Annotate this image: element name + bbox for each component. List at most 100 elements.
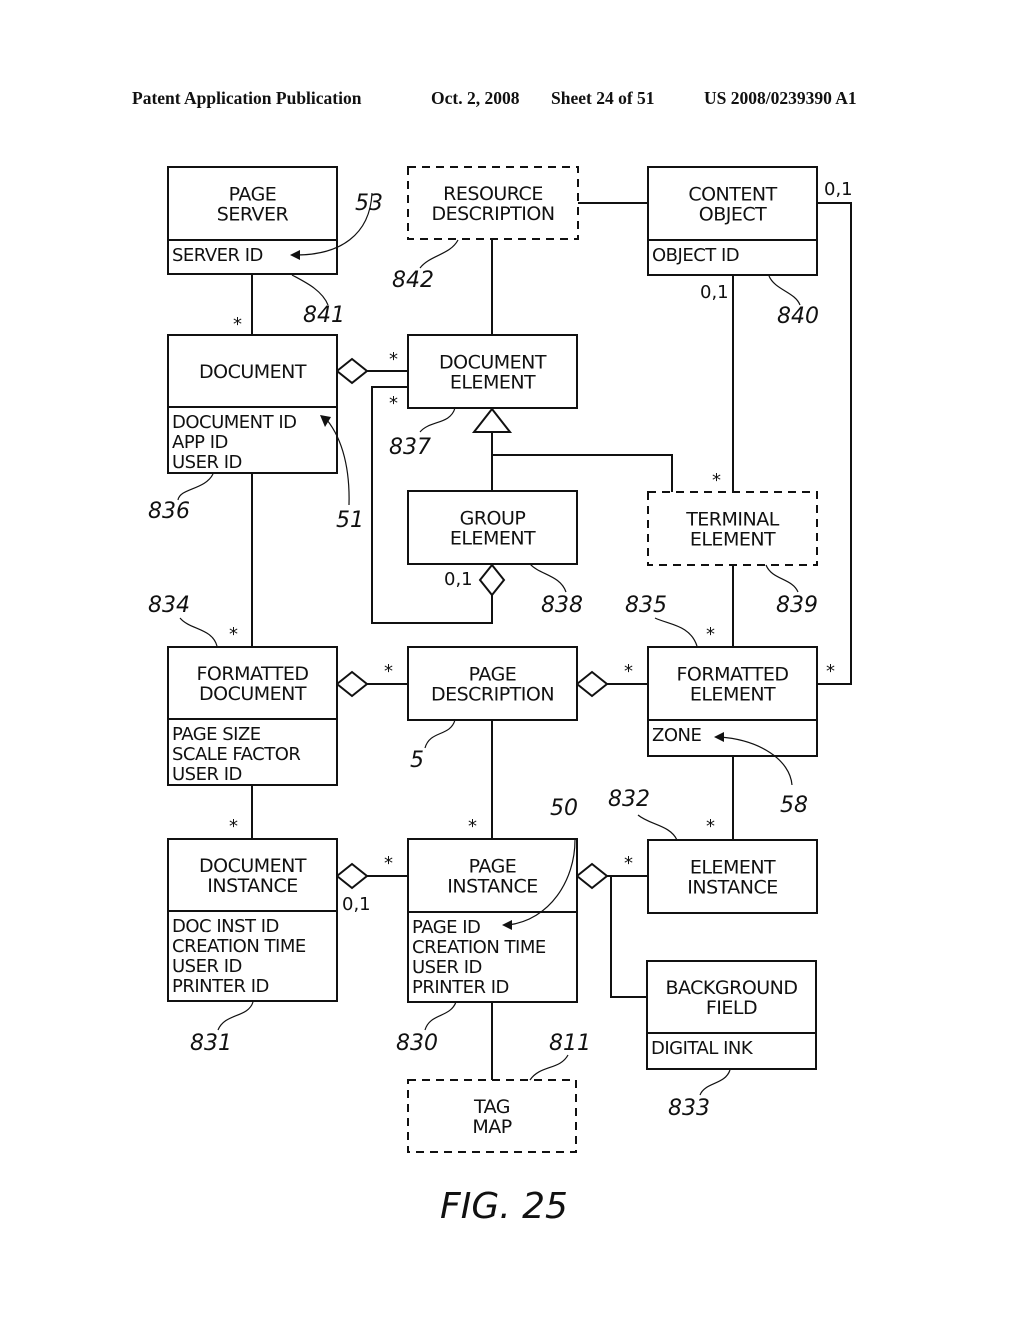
class-attribute-page-instance: PAGE ID [412, 917, 480, 938]
ref-837: 837 [389, 435, 431, 460]
class-name-resource-description: DESCRIPTION [431, 203, 554, 225]
class-attribute-page-instance: CREATION TIME [412, 937, 546, 958]
class-name-resource-description: RESOURCE [443, 183, 543, 205]
class-attribute-document: DOCUMENT ID [172, 412, 297, 433]
leader-840 [768, 275, 801, 306]
class-name-document-element: ELEMENT [450, 372, 536, 394]
ref-53: 53 [355, 191, 383, 216]
class-name-page-description: DESCRIPTION [431, 684, 554, 706]
class-name-page-instance: PAGE [469, 856, 517, 878]
class-name-content-object: CONTENT [688, 184, 777, 206]
mult-content-object-right: 0,1 [824, 179, 853, 200]
ref-840: 840 [777, 304, 819, 329]
class-attribute-formatted-element: ZONE [652, 725, 701, 746]
class-name-content-object: OBJECT [699, 204, 767, 226]
mult-terminal-many: * [712, 470, 721, 491]
class-content-object: CONTENTOBJECT OBJECT ID [647, 166, 818, 276]
class-document-instance: DOCUMENTINSTANCE DOC INST IDCREATION TIME… [167, 838, 338, 1002]
uml-class-diagram: PAGESERVERSERVER IDRESOURCEDESCRIPTIONCO… [148, 166, 853, 1227]
aggregation-diamond-page-description [575, 670, 609, 698]
leader-5 [424, 719, 456, 749]
mult-page-desc-many: * [384, 661, 393, 682]
class-name-page-instance: INSTANCE [447, 876, 538, 898]
leader-830 [424, 1001, 457, 1031]
ref-836: 836 [148, 499, 190, 524]
mult-element-instance-left-many: * [624, 853, 633, 874]
class-attribute-formatted-document: SCALE FACTOR [172, 744, 300, 765]
ref-835: 835 [625, 593, 667, 618]
ref-50: 50 [550, 796, 578, 821]
mult-element-instance-top-many: * [706, 816, 715, 837]
generalization-triangle [471, 407, 513, 433]
class-name-page-description: PAGE [469, 664, 517, 686]
class-name-formatted-document: DOCUMENT [199, 683, 307, 705]
ref-842: 842 [392, 268, 434, 293]
class-attribute-document-instance: DOC INST ID [172, 916, 279, 937]
class-name-document-instance: INSTANCE [207, 875, 298, 897]
mult-docelement-many-1: * [389, 349, 398, 370]
ref-5: 5 [410, 748, 424, 773]
class-name-group-element: ELEMENT [450, 528, 536, 550]
class-element-instance: ELEMENTINSTANCE [647, 839, 818, 914]
ref-830: 830 [396, 1031, 438, 1056]
mult-document-many: * [233, 314, 242, 335]
mult-page-instance-left-many: * [384, 853, 393, 874]
class-name-formatted-element: FORMATTED [676, 664, 788, 686]
leader-837 [419, 407, 456, 433]
mult-doc-instance-zero-or-one: 0,1 [342, 894, 371, 915]
class-name-background-field: FIELD [706, 997, 757, 1019]
ref-838: 838 [541, 593, 583, 618]
class-name-group-element: GROUP [460, 508, 526, 530]
mult-group-zero-or-one: 0,1 [444, 569, 473, 590]
class-attribute-document: USER ID [172, 452, 242, 473]
class-name-tag-map: MAP [472, 1116, 511, 1138]
class-page-description: PAGEDESCRIPTION [407, 646, 578, 721]
mult-formatted-element-left-many: * [624, 661, 633, 682]
class-tag-map: TAGMAP [407, 1079, 577, 1153]
class-name-document: DOCUMENT [199, 361, 307, 383]
class-attribute-document-instance: USER ID [172, 956, 242, 977]
class-attribute-page-instance: USER ID [412, 957, 482, 978]
leader-811 [529, 1054, 569, 1081]
link-content-formatted-element [817, 202, 852, 685]
class-name-element-instance: ELEMENT [690, 857, 776, 879]
class-resource-description: RESOURCEDESCRIPTION [407, 166, 579, 240]
leader-835 [654, 617, 698, 647]
aggregation-diamond-formatted-document [335, 670, 369, 698]
class-attribute-page-instance: PRINTER ID [412, 977, 509, 998]
leader-836 [177, 473, 214, 501]
ref-839: 839 [776, 593, 818, 618]
ref-834: 834 [148, 593, 190, 618]
leader-839 [765, 564, 799, 593]
aggregation-diamond-document [335, 357, 369, 385]
aggregation-diamond-page-instance [575, 862, 609, 890]
mult-doc-instance-many: * [229, 816, 238, 837]
mult-content-object-bottom: 0,1 [700, 282, 729, 303]
class-name-formatted-document: FORMATTED [196, 663, 308, 685]
ref-811: 811 [549, 1031, 591, 1056]
class-name-page-server: PAGE [229, 184, 277, 206]
class-name-background-field: BACKGROUND [665, 977, 797, 999]
mult-formatted-element-top-many: * [706, 624, 715, 645]
class-name-document-element: DOCUMENT [439, 352, 547, 374]
leader-831 [217, 1001, 254, 1031]
class-group-element: GROUPELEMENT [407, 490, 578, 565]
ref-58: 58 [780, 793, 808, 818]
class-document: DOCUMENT DOCUMENT IDAPP IDUSER ID [167, 334, 338, 474]
class-name-tag-map: TAG [473, 1096, 510, 1118]
ref-832: 832 [608, 787, 650, 812]
mult-page-instance-top-many: * [468, 816, 477, 837]
leader-842 [419, 239, 459, 269]
leader-838 [529, 563, 567, 593]
class-attribute-page-server: SERVER ID [172, 245, 263, 266]
ref-831: 831 [190, 1031, 232, 1056]
ref-841: 841 [303, 303, 345, 328]
class-attribute-content-object: OBJECT ID [652, 245, 739, 266]
class-page-instance: PAGEINSTANCE PAGE IDCREATION TIMEUSER IDP… [407, 838, 578, 1003]
class-attribute-document-instance: CREATION TIME [172, 936, 306, 957]
figure-label: FIG. 25 [440, 1186, 568, 1227]
class-name-document-instance: DOCUMENT [199, 855, 307, 877]
mult-formatted-element-right-many: * [826, 661, 835, 682]
class-attribute-formatted-document: USER ID [172, 764, 242, 785]
class-page-server: PAGESERVER SERVER ID [167, 166, 338, 275]
